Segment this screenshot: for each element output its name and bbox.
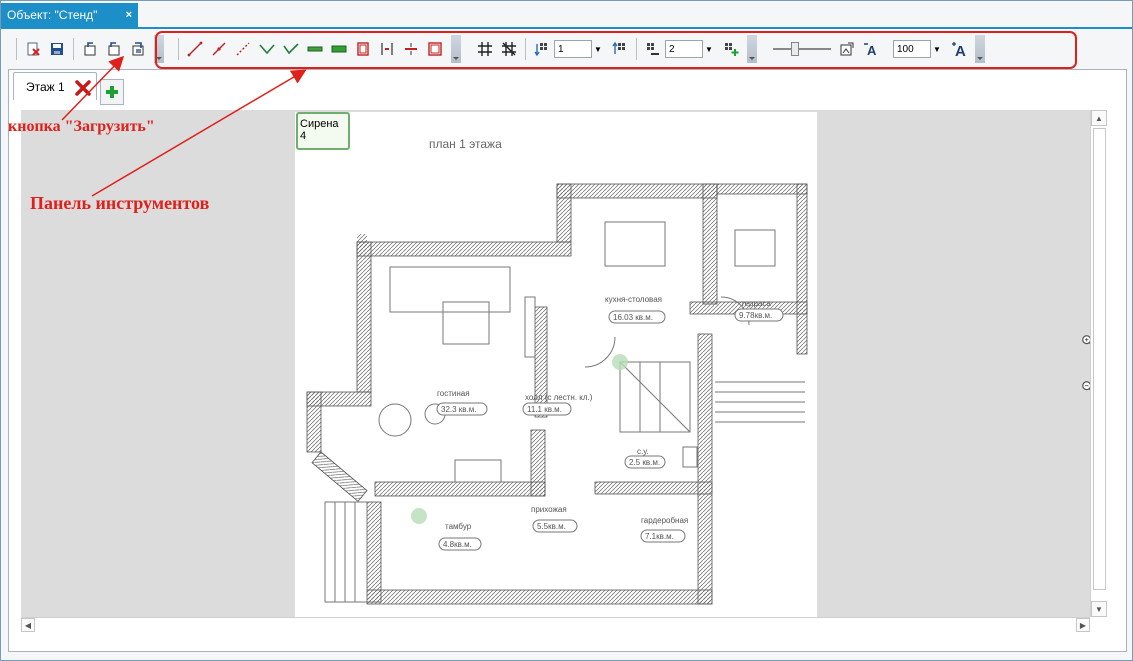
scroll-up-icon[interactable]: ▲: [1091, 110, 1107, 126]
svg-text:A: A: [955, 43, 966, 57]
siren-marker[interactable]: Сирена 4: [296, 112, 350, 150]
chevron-down-icon[interactable]: ▼: [592, 40, 604, 58]
grid-toolbar-group: ▼ ▼: [469, 35, 747, 63]
zoom-slider[interactable]: [773, 40, 831, 58]
delete-floor-icon[interactable]: [74, 79, 92, 97]
tab-floor-1-label: Этаж 1: [26, 79, 65, 94]
room-name: терраса: [741, 299, 771, 308]
remove-element-icon[interactable]: [644, 40, 662, 58]
room-name: кухня-столовая: [605, 295, 662, 304]
window-icon[interactable]: [354, 40, 372, 58]
import-icon[interactable]: [105, 40, 123, 58]
room-area: 2.5 кв.м.: [629, 458, 660, 467]
sensor-marker: [612, 354, 628, 370]
line-point-icon[interactable]: [210, 40, 228, 58]
load-button-annotation: кнопка "Загрузить": [8, 118, 155, 135]
add-element-icon[interactable]: [722, 40, 740, 58]
frame-icon[interactable]: [426, 40, 444, 58]
horizontal-scrollbar[interactable]: ◀ ▶: [21, 617, 1090, 632]
load-button[interactable]: [129, 40, 147, 58]
add-floor-button[interactable]: [100, 79, 124, 105]
toolbar-grip[interactable]: [451, 35, 461, 63]
room-area: 16.03 кв.м.: [613, 313, 653, 322]
scroll-thumb[interactable]: [1093, 128, 1106, 590]
close-icon[interactable]: ×: [126, 9, 132, 21]
document-tab-title: Объект: "Стенд": [7, 8, 98, 22]
room-name: гостиная: [437, 389, 470, 398]
door-icon[interactable]: [378, 40, 396, 58]
toolbar-separator: [636, 38, 637, 60]
vertical-scrollbar[interactable]: ▲ ▼: [1090, 110, 1107, 617]
chevron-down-icon[interactable]: ▼: [703, 40, 715, 58]
text-size-input[interactable]: [893, 40, 931, 58]
document-tab[interactable]: Объект: "Стенд" ×: [1, 3, 138, 27]
toolbar-separator: [16, 38, 17, 60]
wall-thick-icon[interactable]: [330, 40, 348, 58]
floor-plan-image: план 1 этажа кухня-столовая 16.03 кв.м. …: [295, 112, 817, 617]
grid-icon[interactable]: [476, 40, 494, 58]
drawing-toolbar-group: [170, 35, 451, 63]
scroll-right-icon[interactable]: ▶: [1076, 618, 1090, 632]
tabstrip-underline: [1, 27, 1132, 29]
siren-marker-label: Сирена 4: [300, 118, 339, 142]
floor-up-icon[interactable]: [611, 40, 629, 58]
floor-spin-input[interactable]: [554, 40, 592, 58]
toolbar-annotation: Панель инструментов: [30, 193, 210, 213]
room-name: с.у.: [637, 447, 649, 456]
toolbar-separator: [178, 38, 179, 60]
line-icon[interactable]: [186, 40, 204, 58]
scale-toolbar-group: A ▼ A: [765, 35, 975, 63]
toolbar-separator: [525, 38, 526, 60]
room-area: 7.1кв.м.: [645, 532, 674, 541]
dashed-line-icon[interactable]: [234, 40, 252, 58]
polyline-icon[interactable]: [258, 40, 276, 58]
split-icon[interactable]: [402, 40, 420, 58]
fit-image-icon[interactable]: [838, 40, 856, 58]
toolbar-grip[interactable]: [154, 35, 164, 63]
export-icon[interactable]: [81, 40, 99, 58]
scroll-down-icon[interactable]: ▼: [1091, 601, 1107, 617]
room-name: тамбур: [445, 522, 472, 531]
text-size-down-icon[interactable]: A: [862, 40, 880, 58]
save-icon[interactable]: [48, 40, 66, 58]
sensor-marker: [411, 508, 427, 524]
chevron-down-icon[interactable]: ▼: [931, 40, 943, 58]
room-name: гардеробная: [641, 516, 688, 525]
room-area: 32.3 кв.м.: [441, 405, 477, 414]
delete-document-icon[interactable]: [24, 40, 42, 58]
toolbar: ▼ ▼ A ▼ A: [8, 32, 1084, 66]
svg-text:A: A: [867, 43, 877, 57]
grid-snap-icon[interactable]: [500, 40, 518, 58]
room-area: 11.1 кв.м.: [527, 405, 562, 414]
polyline-alt-icon[interactable]: [282, 40, 300, 58]
sensor-spin-input[interactable]: [665, 40, 703, 58]
toolbar-separator: [73, 38, 74, 60]
toolbar-grip[interactable]: [747, 35, 757, 63]
room-area: 4.8кв.м.: [443, 540, 472, 549]
room-area: 5.5кв.м.: [537, 522, 566, 531]
wall-icon[interactable]: [306, 40, 324, 58]
floor-down-icon[interactable]: [533, 40, 551, 58]
room-name: прихожая: [531, 505, 567, 514]
toolbar-grip[interactable]: [975, 35, 985, 63]
room-name: холл (с лестн. кл.): [525, 393, 593, 402]
plus-icon: [106, 86, 118, 98]
text-size-up-icon[interactable]: A: [950, 40, 968, 58]
plan-title: план 1 этажа: [429, 137, 502, 151]
file-toolbar-group: [8, 35, 154, 63]
room-area: 9.78кв.м.: [739, 311, 772, 320]
scroll-left-icon[interactable]: ◀: [21, 618, 35, 632]
